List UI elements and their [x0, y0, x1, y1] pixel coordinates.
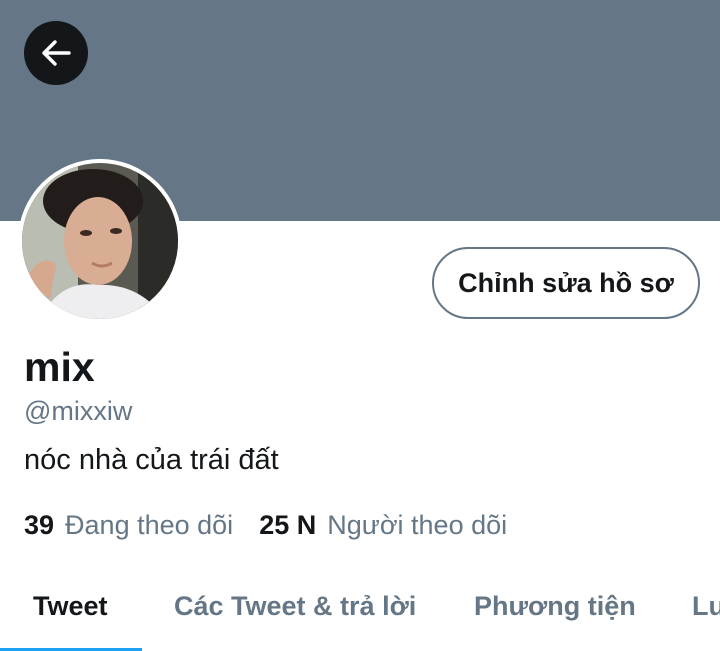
- tab-likes[interactable]: Lượt thích: [692, 578, 720, 651]
- tab-tweets[interactable]: Tweet: [33, 578, 108, 651]
- profile-tabs: Tweet Các Tweet & trả lời Phương tiện Lư…: [0, 578, 720, 651]
- followers-link[interactable]: 25 N Người theo dõi: [259, 510, 507, 541]
- profile-bio: nóc nhà của trái đất: [24, 444, 279, 476]
- tab-tweets-and-replies[interactable]: Các Tweet & trả lời: [174, 578, 416, 651]
- profile-photo: [18, 159, 182, 323]
- profile-name: mix: [24, 344, 95, 390]
- followers-label: Người theo dõi: [327, 510, 508, 540]
- edit-profile-button[interactable]: Chỉnh sửa hồ sơ: [432, 247, 700, 319]
- following-label: Đang theo dõi: [65, 510, 234, 540]
- back-button[interactable]: [24, 21, 88, 85]
- arrow-left-icon: [42, 40, 71, 66]
- following-count: 39: [24, 510, 55, 540]
- following-link[interactable]: 39 Đang theo dõi: [24, 510, 233, 541]
- tab-media[interactable]: Phương tiện: [474, 578, 636, 651]
- followers-count: 25 N: [259, 510, 317, 540]
- profile-handle: @mixxiw: [24, 396, 133, 426]
- follow-stats: 39 Đang theo dõi 25 N Người theo dõi: [24, 510, 507, 546]
- avatar[interactable]: [18, 159, 182, 323]
